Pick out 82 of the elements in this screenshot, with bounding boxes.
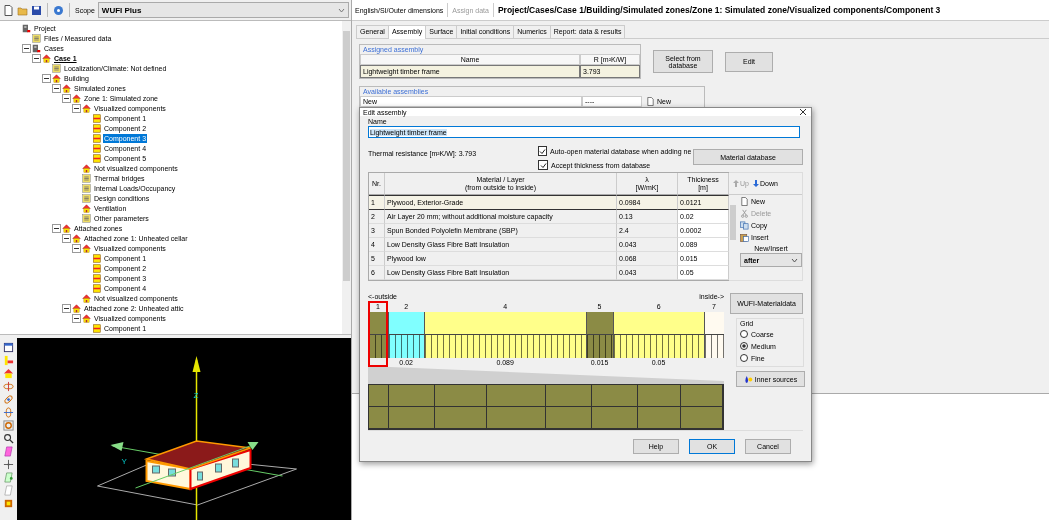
house-icon [72, 93, 81, 103]
layer-icon [92, 263, 101, 273]
breadcrumb-path: Project/Cases/Case 1/Building/Simulated zones/Zone 1: Simulated zone/Visualized components/Component 3 [497, 5, 941, 15]
layer-segment[interactable] [585, 312, 614, 358]
layer-icon[interactable] [3, 355, 14, 366]
axis-label: Y [121, 457, 127, 466]
building-icon [32, 43, 41, 53]
down-arrow-icon [752, 180, 759, 187]
layer-icon [92, 283, 101, 293]
house-icon [72, 303, 81, 313]
collapse-icon[interactable] [42, 73, 51, 83]
copy-icon [740, 220, 749, 230]
house-icon[interactable] [3, 368, 14, 379]
parallelogram-icon[interactable] [3, 472, 14, 483]
checkbox[interactable] [538, 160, 548, 170]
collapse-icon[interactable] [52, 83, 61, 93]
scissors-icon [740, 208, 749, 218]
search-icon[interactable] [3, 433, 14, 444]
house-icon [62, 223, 71, 233]
checkbox[interactable] [538, 146, 547, 156]
caret-icon [791, 257, 798, 263]
building-icon [22, 23, 31, 33]
house-icon [82, 103, 91, 113]
list-icon [82, 213, 91, 223]
list-icon [82, 183, 91, 193]
layer-segment[interactable] [704, 312, 724, 358]
list-icon [52, 63, 61, 73]
house-icon [82, 313, 91, 323]
rotate-icon[interactable] [3, 394, 14, 405]
layer-icon [92, 153, 101, 163]
collapse-icon[interactable] [52, 223, 61, 233]
collapse-icon[interactable] [72, 243, 81, 253]
layer-icon [92, 273, 101, 283]
selection-frame [368, 301, 388, 367]
layer-icon [92, 123, 101, 133]
collapse-icon[interactable] [72, 313, 81, 323]
list-icon [32, 33, 41, 43]
move-icon[interactable] [3, 459, 14, 470]
house-icon [82, 203, 91, 213]
layer-segment[interactable] [613, 312, 704, 358]
house-icon [62, 83, 71, 93]
layer-icon [92, 113, 101, 123]
square-icon[interactable] [3, 498, 14, 509]
layer-segment[interactable] [424, 312, 586, 358]
layer-icon [92, 323, 101, 333]
scrollbar[interactable] [342, 21, 351, 334]
radio-button[interactable] [740, 330, 748, 338]
save-icon[interactable] [31, 4, 42, 16]
layer-icon [92, 133, 101, 143]
house-icon [42, 53, 51, 63]
scope-dropdown[interactable]: WUFI Plus [97, 2, 349, 18]
up-arrow-icon [733, 180, 739, 187]
collapse-icon[interactable] [62, 93, 71, 103]
rotate-icon[interactable] [3, 381, 14, 392]
radio-button[interactable] [740, 354, 748, 362]
drop-sun-icon [743, 374, 753, 384]
close-icon[interactable] [799, 108, 807, 116]
collapse-icon[interactable] [62, 233, 71, 243]
radio-button[interactable] [740, 342, 748, 350]
layer-icon [92, 253, 101, 263]
house-icon [52, 73, 61, 83]
list-icon [82, 193, 91, 203]
collapse-icon[interactable] [72, 103, 81, 113]
help-icon[interactable] [53, 4, 64, 16]
caret-icon [338, 7, 345, 13]
house-icon [82, 293, 91, 303]
collapse-icon[interactable] [32, 53, 41, 63]
layer-segment[interactable] [388, 312, 425, 358]
axis-label: Z [193, 391, 199, 400]
collapse-icon[interactable] [22, 43, 31, 53]
new-file-icon[interactable] [3, 4, 14, 16]
house-icon [82, 163, 91, 173]
house-icon [82, 243, 91, 253]
window-icon[interactable] [3, 342, 14, 353]
layer-icon [92, 143, 101, 153]
3d-view[interactable]: Z Y [17, 338, 351, 520]
house-icon [72, 233, 81, 243]
clipboard-icon [740, 232, 749, 242]
collapse-icon[interactable] [62, 303, 71, 313]
list-icon [82, 173, 91, 183]
rotate-icon[interactable] [3, 407, 14, 418]
page-icon [740, 196, 749, 206]
